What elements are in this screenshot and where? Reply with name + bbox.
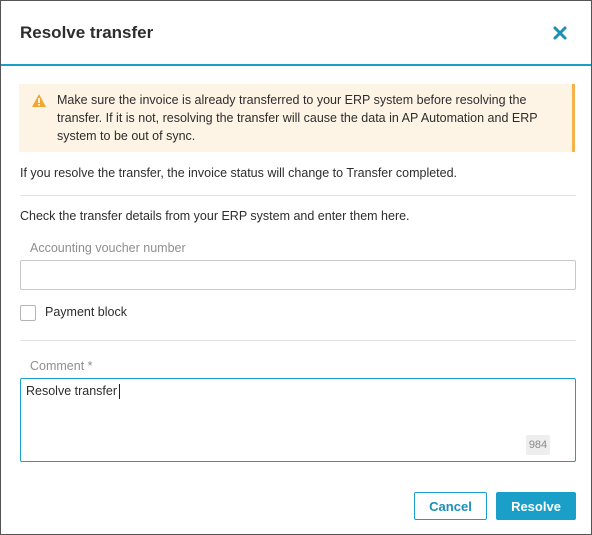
details-instruction-text: Check the transfer details from your ERP…	[20, 209, 410, 223]
divider	[20, 340, 576, 341]
accounting-voucher-input[interactable]	[20, 260, 576, 290]
warning-banner: Make sure the invoice is already transfe…	[19, 84, 575, 152]
character-counter: 984	[526, 435, 550, 455]
comment-value: Resolve transfer	[26, 384, 118, 398]
divider	[20, 195, 576, 196]
resolve-transfer-dialog: Resolve transfer Make sure the invoice i…	[0, 0, 592, 535]
payment-block-checkbox[interactable]	[20, 305, 36, 321]
warning-text: Make sure the invoice is already transfe…	[57, 93, 538, 143]
dialog-header: Resolve transfer	[1, 1, 591, 66]
warning-icon	[31, 93, 47, 108]
dialog-title: Resolve transfer	[20, 23, 154, 42]
close-icon[interactable]	[551, 24, 569, 42]
comment-textarea[interactable]: Resolve transfer 984	[20, 378, 576, 462]
resolve-button[interactable]: Resolve	[496, 492, 576, 520]
voucher-label: Accounting voucher number	[30, 241, 186, 255]
status-info-text: If you resolve the transfer, the invoice…	[20, 166, 458, 180]
text-caret	[119, 384, 120, 399]
cancel-button[interactable]: Cancel	[414, 492, 487, 520]
payment-block-label: Payment block	[45, 305, 127, 319]
comment-label: Comment *	[30, 359, 93, 373]
